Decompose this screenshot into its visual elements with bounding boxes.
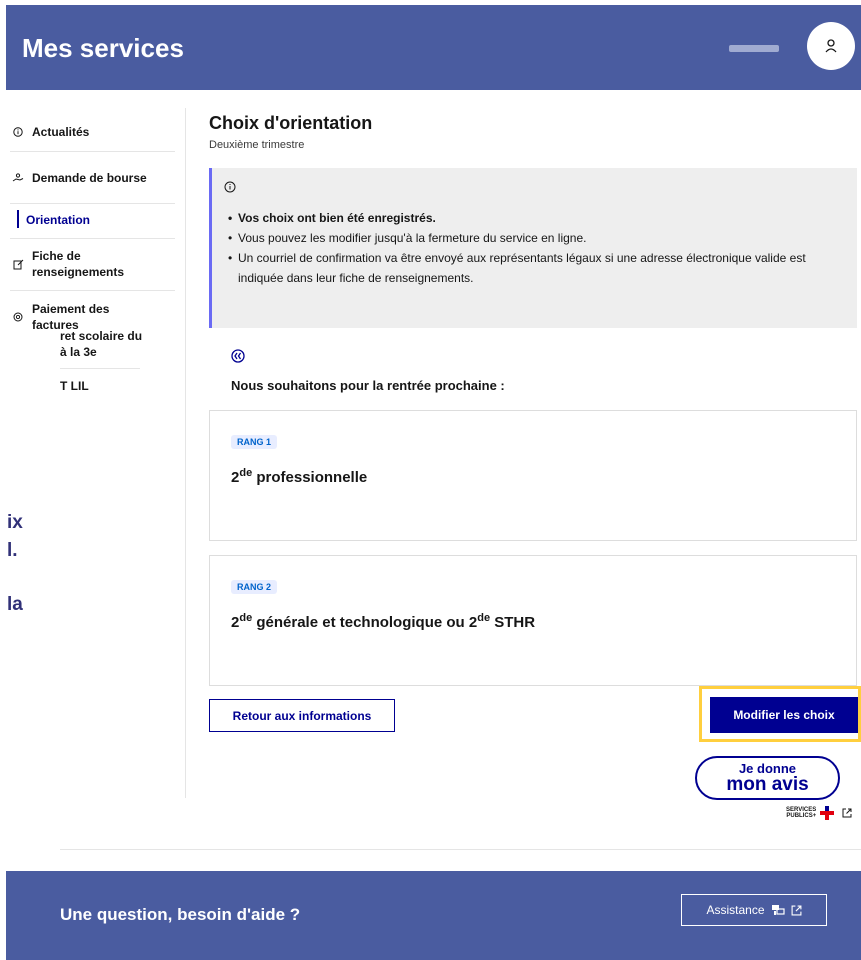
sidebar-item-fiche[interactable]: Fiche de renseignements [10, 248, 175, 280]
assistance-label: Assistance [706, 903, 765, 917]
user-icon [825, 39, 837, 53]
intro-text: Nous souhaitons pour la rentrée prochain… [231, 378, 505, 393]
services-publics-cross-icon [820, 806, 835, 820]
assistance-icon [771, 905, 785, 915]
page-title: Choix d'orientation [209, 113, 373, 133]
modify-choices-button[interactable]: Modifier les choix [710, 697, 858, 733]
assistance-button[interactable]: Assistance [681, 894, 827, 926]
external-link-icon [791, 905, 801, 915]
back-button[interactable]: Retour aux informations [209, 699, 395, 732]
sidebar-item-orientation[interactable]: Orientation [26, 212, 191, 228]
sidebar-divider [10, 290, 175, 291]
sidebar-item-bourse[interactable]: Demande de bourse [10, 162, 175, 194]
services-publics-logo-row: SERVICES PUBLICS+ [786, 806, 852, 820]
active-indicator [17, 210, 19, 228]
je-donne-mon-avis-button[interactable]: Je donne mon avis [695, 756, 840, 800]
user-avatar-button[interactable] [807, 22, 855, 70]
choice-text: 2de générale et technologique ou 2de STH… [231, 612, 536, 631]
sidebar-item-label: Orientation [26, 213, 91, 227]
services-publics-logo: SERVICES PUBLICS+ [786, 807, 817, 819]
external-link-icon[interactable] [842, 808, 852, 818]
info-circle-icon [10, 127, 26, 137]
coin-icon [10, 312, 26, 322]
app-header: Mes services [6, 5, 861, 90]
choice-text: 2de professionnelle [231, 467, 368, 486]
info-circle-icon [224, 180, 236, 198]
app-title: Mes services [22, 33, 184, 63]
background-text: l. [7, 540, 18, 561]
background-text: ix [7, 512, 23, 533]
sidebar-item-label: Actualités [32, 125, 90, 139]
user-name-blurred [729, 45, 779, 52]
avis-line2: mon avis [726, 774, 809, 795]
quote-icon [231, 349, 245, 368]
info-item: Un courriel de confirmation va être envo… [228, 248, 848, 288]
sidebar-item-label: Demande de bourse [32, 171, 147, 185]
sidebar-item-partial[interactable]: ret scolaire du [60, 328, 142, 344]
footer-divider [60, 849, 861, 850]
rank-badge: RANG 2 [231, 580, 278, 594]
page-subtitle: Deuxième trimestre [209, 139, 305, 151]
sidebar-divider [60, 368, 140, 369]
info-list: Vos choix ont bien été enregistrés. Vous… [228, 208, 848, 288]
choice-card: RANG 1 2de professionnelle [209, 410, 857, 541]
footer-title: Une question, besoin d'aide ? [60, 905, 301, 924]
info-item: Vos choix ont bien été enregistrés. [228, 208, 848, 228]
sidebar-divider [10, 238, 175, 239]
sidebar-item-partial[interactable]: à la 3e [60, 344, 97, 360]
background-text: la [7, 594, 23, 615]
sidebar-item-label: Fiche de renseignements [32, 249, 125, 279]
sidebar-divider [10, 151, 175, 152]
rank-badge: RANG 1 [231, 435, 278, 449]
help-footer: Une question, besoin d'aide ? Assistance [6, 871, 861, 960]
info-callout: Vos choix ont bien été enregistrés. Vous… [209, 168, 857, 328]
sidebar-item-actualites[interactable]: Actualités [10, 124, 175, 140]
sidebar-nav [0, 90, 186, 800]
hand-coins-icon [10, 173, 26, 183]
info-item: Vous pouvez les modifier jusqu'à la ferm… [228, 228, 848, 248]
sidebar-item-partial[interactable]: T LIL [60, 378, 89, 394]
edit-icon [10, 259, 26, 270]
choice-card: RANG 2 2de générale et technologique ou … [209, 555, 857, 686]
sidebar-divider [10, 203, 175, 204]
